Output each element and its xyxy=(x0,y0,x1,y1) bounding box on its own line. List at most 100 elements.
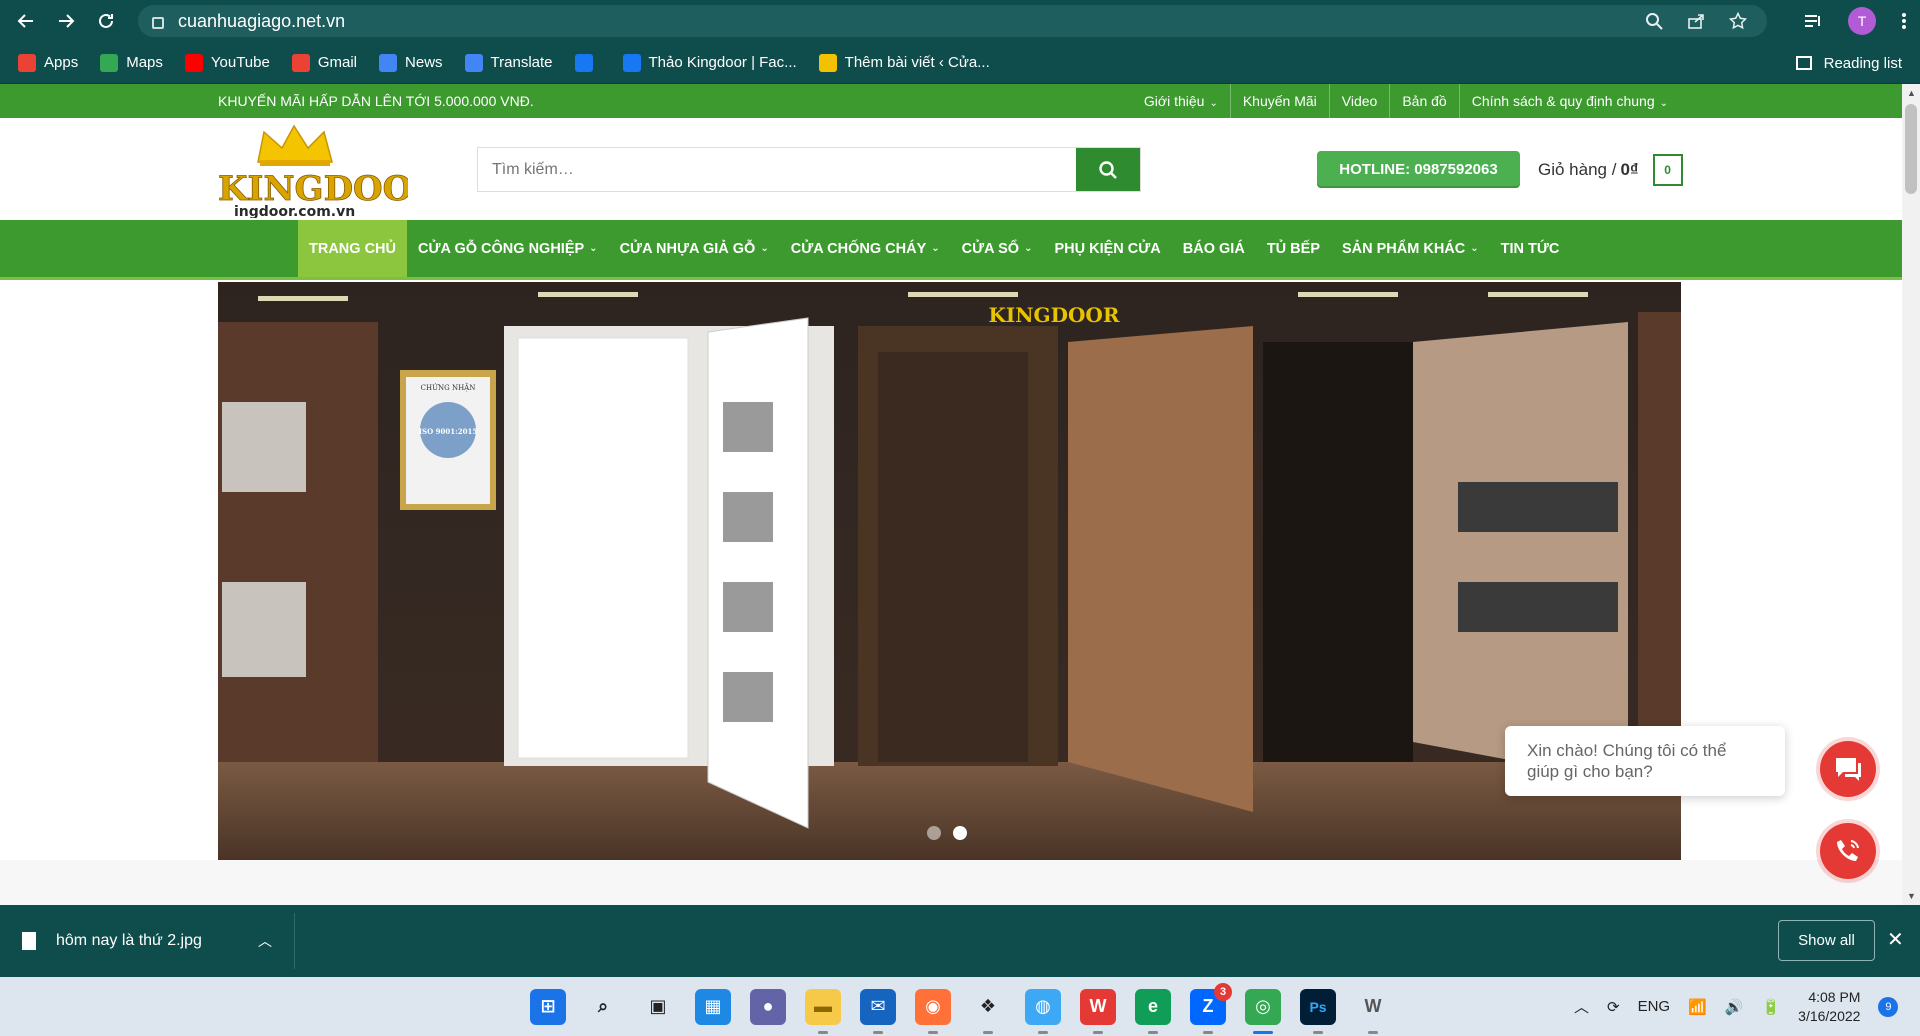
main-navigation: TRANG CHỦ CỬA GỖ CÔNG NGHIỆP ⌄ CỬA NHỰA GIẢ… xyxy=(0,220,1902,280)
nav-item[interactable]: CỬA SỔ ⌄ xyxy=(951,220,1044,277)
search-button[interactable] xyxy=(1076,148,1140,191)
bookmark-item[interactable]: Maps xyxy=(100,53,163,72)
bookmark-item[interactable]: YouTube xyxy=(184,53,270,72)
wps-icon[interactable]: W xyxy=(1080,988,1116,1034)
topbar-link[interactable]: Giới thiệu ⌄ xyxy=(1132,84,1230,121)
word-icon[interactable]: W xyxy=(1355,989,1391,1034)
page-content-below xyxy=(0,860,1902,905)
search-input[interactable] xyxy=(478,148,1076,191)
nav-item[interactable]: SẢN PHẨM KHÁC ⌄ xyxy=(1331,220,1490,277)
nav-item[interactable]: CỬA CHỐNG CHÁY ⌄ xyxy=(780,220,951,277)
maps-app-icon[interactable]: ◍ xyxy=(1025,988,1061,1034)
teams-chat-icon[interactable]: ● xyxy=(750,988,786,1025)
chevron-down-icon: ⌄ xyxy=(1024,243,1033,254)
topbar-link[interactable]: Chính sách & quy định chung ⌄ xyxy=(1458,84,1680,121)
share-icon[interactable] xyxy=(1687,12,1705,30)
slider-dot-1[interactable] xyxy=(927,826,941,840)
bookmark-item[interactable]: News xyxy=(379,53,443,72)
sync-icon[interactable]: ⟳ xyxy=(1607,998,1620,1016)
nav-item-label: CỬA NHỰA GIẢ GỖ xyxy=(619,240,756,257)
nav-item[interactable]: TỦ BẾP xyxy=(1256,220,1331,277)
chat-button[interactable] xyxy=(1820,741,1876,797)
slider-dot-2[interactable] xyxy=(953,826,967,840)
media-playlist-icon[interactable] xyxy=(1803,12,1823,30)
volume-icon[interactable]: 🔊 xyxy=(1725,998,1744,1016)
profile-avatar[interactable]: T xyxy=(1847,7,1876,35)
nav-item-label: TRANG CHỦ xyxy=(309,240,396,257)
zalo-icon[interactable]: Z3 xyxy=(1190,982,1232,1034)
running-indicator xyxy=(1093,1030,1103,1034)
topbar-link-label: Giới thiệu xyxy=(1143,93,1205,109)
bookmarks-bar: Apps Maps YouTube Gmail News Translate Thảo Ki… xyxy=(0,42,1920,84)
scroll-down-arrow-icon[interactable]: ▼ xyxy=(1907,891,1916,901)
hotline-button[interactable]: HOTLINE: 0987592063 xyxy=(1317,151,1520,188)
bookmark-item[interactable]: Gmail xyxy=(291,53,357,72)
widgets-icon[interactable]: ▦ xyxy=(695,988,731,1025)
translate-icon xyxy=(464,53,483,72)
nav-item[interactable]: TIN TỨC xyxy=(1490,220,1571,277)
topbar-link[interactable]: Bản đồ xyxy=(1389,84,1458,121)
bookmark-item[interactable]: Translate xyxy=(464,53,553,72)
battery-icon[interactable]: 🔋 xyxy=(1761,998,1780,1016)
reload-button[interactable] xyxy=(86,0,126,42)
edge-icon[interactable]: e xyxy=(1135,988,1171,1034)
nav-item[interactable]: TRANG CHỦ xyxy=(298,220,407,277)
chat-greeting-bubble[interactable]: Xin chào! Chúng tôi có thể giúp gì cho b… xyxy=(1505,726,1785,796)
download-item[interactable]: hôm nay là thứ 2.jpg xyxy=(22,905,202,977)
nav-item[interactable]: BÁO GIÁ xyxy=(1172,220,1256,277)
bookmark-item[interactable] xyxy=(574,53,601,72)
chevron-up-icon[interactable]: ︿ xyxy=(258,931,272,951)
gmail-icon xyxy=(291,53,310,72)
reading-list-icon xyxy=(1795,56,1812,70)
news-icon xyxy=(379,53,398,72)
close-icon[interactable]: ✕ xyxy=(1887,927,1904,952)
bookmark-item[interactable]: Thêm bài viết ‹ Cửa... xyxy=(818,53,990,72)
dropbox-icon[interactable]: ❖ xyxy=(970,989,1006,1034)
reading-list-button[interactable]: Reading list xyxy=(1795,42,1902,84)
windows-taskbar: ⊞ ⌕ ▣ ▦ ● ▬ ✉ ◉ ❖ ◍ We Z 3 ◎ Ps W ︿ ⟳ ENG 📶 🔊 🔋 4:08 PM… xyxy=(0,977,1920,1036)
photoshop-icon[interactable]: Ps xyxy=(1300,988,1336,1034)
page-scrollbar[interactable]: ▲ ▼ xyxy=(1902,84,1920,905)
scroll-thumb[interactable] xyxy=(1905,104,1917,194)
windows-start-icon[interactable]: ⊞ xyxy=(530,988,566,1025)
kingdoor-logo[interactable]: KINGDOOR ingdoor.com.vn xyxy=(216,122,442,220)
notification-badge[interactable]: 9 xyxy=(1878,996,1899,1017)
hero-slider[interactable]: CHỨNG NHẬN ISO 9001:2015 KINGDOOR xyxy=(218,282,1681,860)
clock[interactable]: 4:08 PM 3/16/2022 xyxy=(1798,988,1860,1026)
chrome-icon[interactable]: ◎ xyxy=(1245,988,1281,1034)
back-button[interactable] xyxy=(6,0,46,42)
language-indicator[interactable]: ENG xyxy=(1638,998,1671,1015)
running-indicator xyxy=(818,1030,828,1034)
topbar-link[interactable]: Video xyxy=(1328,84,1390,121)
firefox-icon[interactable]: ◉ xyxy=(915,988,951,1034)
cert-code: ISO 9001:2015 xyxy=(419,427,478,436)
call-button[interactable] xyxy=(1820,823,1876,879)
mail-icon[interactable]: ✉ xyxy=(860,988,896,1034)
nav-item[interactable]: CỬA NHỰA GIẢ GỖ ⌄ xyxy=(609,220,780,277)
scroll-up-arrow-icon[interactable]: ▲ xyxy=(1907,88,1916,98)
search-icon[interactable]: ⌕ xyxy=(585,989,621,1025)
more-menu-icon[interactable] xyxy=(1901,12,1907,30)
address-bar[interactable]: cuanhuagiago.net.vn xyxy=(138,5,1767,37)
nav-item-label: TỦ BẾP xyxy=(1266,240,1320,257)
chevron-up-tray-icon[interactable]: ︿ xyxy=(1574,996,1589,1017)
bookmark-item[interactable]: Thảo Kingdoor | Fac... xyxy=(622,53,797,72)
zoom-search-icon[interactable] xyxy=(1645,12,1663,30)
photoshop-label: Ps xyxy=(1309,998,1327,1015)
chevron-down-icon: ⌄ xyxy=(760,243,769,254)
file-explorer-icon[interactable]: ▬ xyxy=(805,988,841,1034)
task-view-icon[interactable]: ▣ xyxy=(640,989,676,1025)
show-all-button[interactable]: Show all xyxy=(1778,920,1875,961)
topbar-link[interactable]: Khuyến Mãi xyxy=(1229,84,1329,121)
nav-item[interactable]: PHỤ KIỆN CỬA xyxy=(1043,220,1171,277)
bookmark-item[interactable]: Apps xyxy=(18,53,78,72)
forward-button[interactable] xyxy=(46,0,86,42)
wifi-icon[interactable]: 📶 xyxy=(1688,998,1707,1016)
running-indicator xyxy=(1038,1030,1048,1034)
browser-toolbar: cuanhuagiago.net.vn T xyxy=(0,0,1920,42)
nav-item-label: CỬA SỔ xyxy=(961,240,1020,257)
chevron-down-icon: ⌄ xyxy=(931,243,940,254)
cart-link[interactable]: Giỏ hàng / 0₫ 0 xyxy=(1538,154,1683,186)
nav-item[interactable]: CỬA GỖ CÔNG NGHIỆP ⌄ xyxy=(407,220,609,277)
bookmark-star-icon[interactable] xyxy=(1729,12,1747,30)
